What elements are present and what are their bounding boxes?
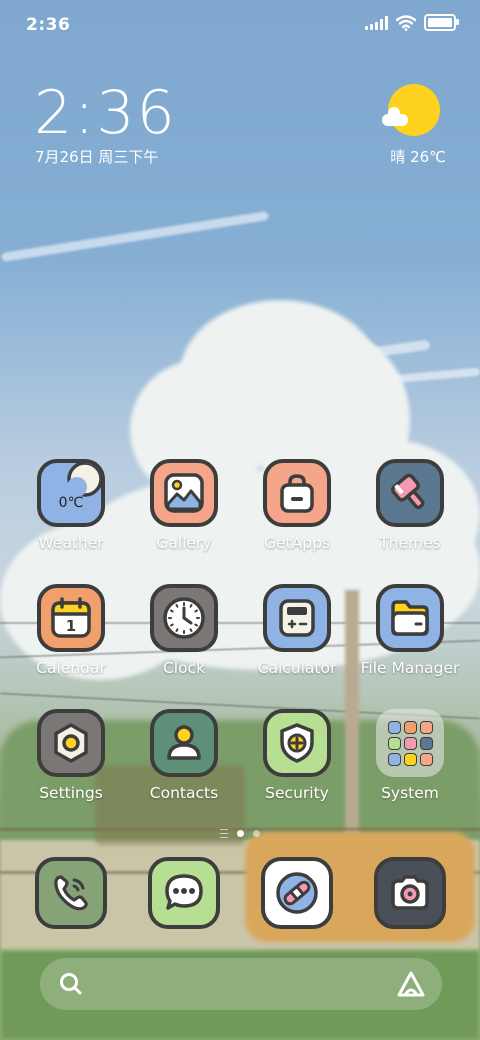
app-weather[interactable]: 0℃ Weather xyxy=(15,459,127,552)
message-bubble-icon xyxy=(148,857,220,929)
app-label: Calculator xyxy=(257,659,337,677)
app-file-manager[interactable]: File Manager xyxy=(354,584,466,677)
dock-browser[interactable] xyxy=(241,857,353,929)
page-indicator[interactable] xyxy=(0,829,480,838)
phone-icon xyxy=(35,857,107,929)
status-time: 2:36 xyxy=(26,15,71,35)
app-label: GetApps xyxy=(264,534,330,552)
weather-icon: 0℃ xyxy=(37,459,105,527)
gear-icon xyxy=(37,709,105,777)
clock-widget-date[interactable]: 7月26日 周三下午 xyxy=(35,146,158,167)
app-label: Settings xyxy=(39,784,103,802)
clock-widget-time[interactable]: 2:36 xyxy=(34,78,177,148)
calendar-day: 1 xyxy=(65,617,77,635)
person-icon xyxy=(150,709,218,777)
gallery-icon xyxy=(150,459,218,527)
app-label: Security xyxy=(265,784,329,802)
folder-grid-icon xyxy=(376,709,444,777)
search-icon[interactable] xyxy=(58,971,84,997)
app-system-folder[interactable]: System xyxy=(354,709,466,802)
feed-page-icon xyxy=(220,829,228,838)
browser-icon xyxy=(261,857,333,929)
assistant-icon[interactable] xyxy=(396,970,426,998)
calendar-icon: 1 xyxy=(37,584,105,652)
app-label: Clock xyxy=(162,659,206,677)
wifi-icon xyxy=(396,14,416,31)
page-dot xyxy=(253,830,260,837)
app-label: System xyxy=(381,784,439,802)
app-security[interactable]: Security xyxy=(241,709,353,802)
app-themes[interactable]: Themes xyxy=(354,459,466,552)
search-bar[interactable] xyxy=(40,958,442,1010)
status-bar: 2:36 xyxy=(0,0,480,52)
clock-icon xyxy=(150,584,218,652)
weather-widget[interactable]: 晴 26℃ xyxy=(356,80,446,166)
folder-icon xyxy=(376,584,444,652)
weather-text: 晴 26℃ xyxy=(390,148,446,166)
app-getapps[interactable]: GetApps xyxy=(241,459,353,552)
app-settings[interactable]: Settings xyxy=(15,709,127,802)
app-label: Contacts xyxy=(149,784,219,802)
battery-icon xyxy=(424,14,459,31)
app-calculator[interactable]: Calculator xyxy=(241,584,353,677)
dock-phone[interactable] xyxy=(15,857,127,929)
app-label: File Manager xyxy=(360,659,460,677)
shopping-bag-icon xyxy=(263,459,331,527)
dock-camera[interactable] xyxy=(354,857,466,929)
page-dot-active xyxy=(237,830,244,837)
app-contacts[interactable]: Contacts xyxy=(128,709,240,802)
app-label: Weather xyxy=(38,534,104,552)
shield-icon xyxy=(263,709,331,777)
signal-icon xyxy=(365,15,388,30)
app-clock[interactable]: Clock xyxy=(128,584,240,677)
app-label: Themes xyxy=(379,534,441,552)
calculator-icon xyxy=(263,584,331,652)
weather-app-temp: 0℃ xyxy=(58,495,84,511)
app-calendar[interactable]: 1 Calendar xyxy=(15,584,127,677)
camera-icon xyxy=(374,857,446,929)
dock-messages[interactable] xyxy=(128,857,240,929)
app-gallery[interactable]: Gallery xyxy=(128,459,240,552)
app-label: Gallery xyxy=(156,534,212,552)
paintbrush-icon xyxy=(376,459,444,527)
sunny-icon xyxy=(382,84,440,136)
app-label: Calendar xyxy=(36,659,106,677)
